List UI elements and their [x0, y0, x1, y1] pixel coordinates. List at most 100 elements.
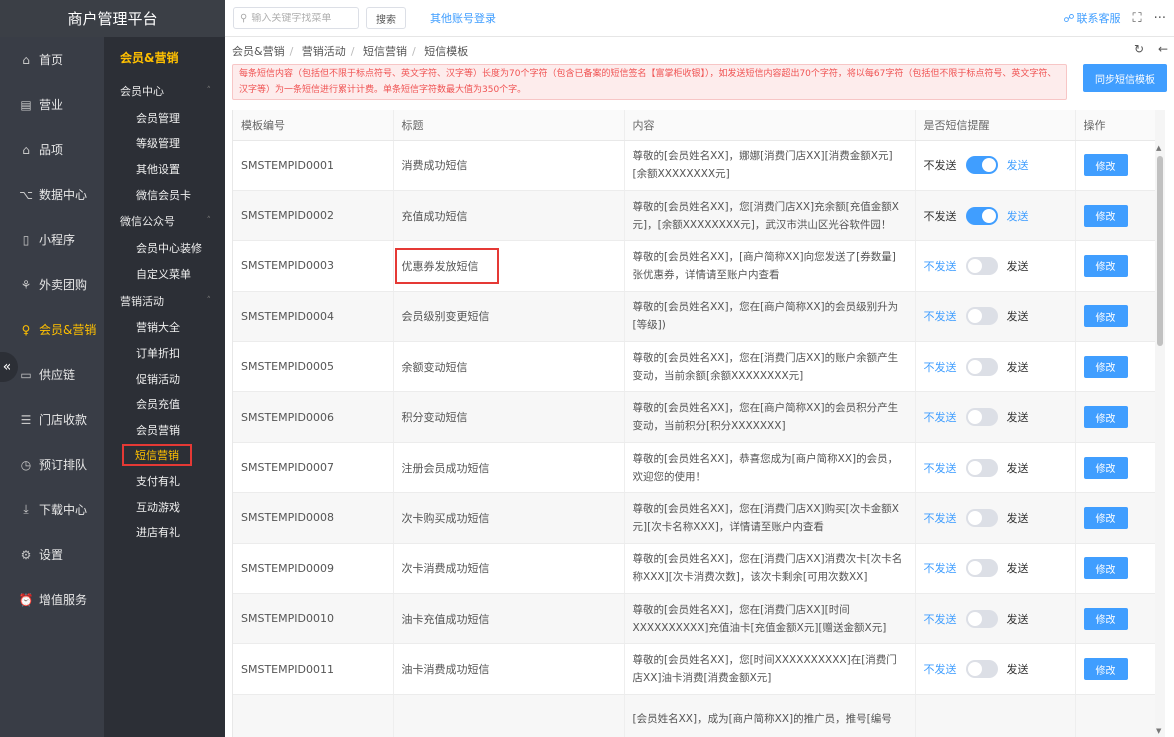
subnav-item[interactable]: 会员管理	[104, 105, 225, 131]
database-icon: ☰	[20, 412, 32, 427]
sidebar-item[interactable]: ⚘ 外卖团购	[0, 262, 104, 307]
app-title: 商户管理平台	[0, 0, 225, 37]
subnav-item[interactable]: 等级管理	[104, 131, 225, 157]
template-id-cell: SMSTEMPID0006	[233, 391, 394, 443]
sidebar-item[interactable]: ◷ 预订排队	[0, 442, 104, 487]
sidebar-item[interactable]: ⤓ 下载中心	[0, 487, 104, 532]
sms-reminder-switch[interactable]	[965, 357, 998, 376]
contact-support-link[interactable]: ☍ 联系客服	[1063, 10, 1120, 26]
sidebar-item[interactable]: ☰ 门店收款	[0, 397, 104, 442]
subnav-item[interactable]: 短信营销	[104, 443, 225, 469]
template-title: 充值成功短信	[401, 209, 468, 223]
breadcrumb-item[interactable]: 营销活动	[302, 45, 346, 58]
table-scrollbar[interactable]: ▲ ▼	[1155, 110, 1165, 737]
edit-button[interactable]: 修改	[1083, 154, 1128, 177]
sms-reminder-toggle-group: 不发送 发送	[924, 609, 1075, 628]
edit-button[interactable]: 修改	[1083, 456, 1128, 479]
sms-reminder-switch[interactable]	[965, 609, 998, 628]
send-label: 发送	[1006, 562, 1029, 576]
edit-button[interactable]: 修改	[1083, 204, 1128, 227]
actions-cell: 修改	[1075, 140, 1156, 191]
table-row: SMSTEMPID0003 优惠券发放短信 尊敬的[会员姓名XX]，[商户简称X…	[233, 240, 1156, 292]
subnav-item[interactable]: 自定义菜单	[104, 261, 225, 287]
headset-icon: ☍	[1063, 11, 1075, 25]
sms-reminder-switch[interactable]	[965, 458, 998, 477]
sidebar-item-label: 增值服务	[39, 593, 88, 607]
sidebar-item[interactable]: ⚙ 设置	[0, 532, 104, 577]
template-content: 尊敬的[会员姓名XX]，您在[商户简称XX]的会员级别升为[等级])	[632, 301, 899, 332]
edit-button[interactable]: 修改	[1083, 557, 1128, 580]
sms-reminder-switch[interactable]	[965, 206, 998, 225]
edit-button[interactable]: 修改	[1083, 506, 1128, 529]
sidebar-item[interactable]: ▤ 营业	[0, 82, 104, 127]
sidebar-item[interactable]: ⏰ 增值服务	[0, 577, 104, 622]
back-arrow-icon[interactable]: ←	[1158, 42, 1168, 56]
sms-template-table: 模板编号 标题 内容 是否短信提醒 操作 SMSTEMPID0001 消费成功短…	[233, 110, 1156, 737]
sync-sms-templates-button[interactable]: 同步短信模板	[1083, 64, 1167, 92]
refresh-icon[interactable]: ↻	[1134, 42, 1144, 56]
breadcrumb-item[interactable]: 会员&营销	[232, 45, 285, 58]
subnav-item[interactable]: 进店有礼	[104, 519, 225, 545]
scrollbar-thumb[interactable]	[1157, 156, 1163, 346]
sidebar-item[interactable]: ♀ 会员&营销	[0, 307, 104, 352]
actions-cell: 修改	[1075, 341, 1156, 393]
template-title-cell	[393, 694, 625, 737]
sms-reminder-switch[interactable]	[965, 256, 998, 275]
fullscreen-icon[interactable]: ⛶	[1132, 11, 1141, 26]
column-header-actions: 操作	[1075, 110, 1156, 141]
subnav-item[interactable]: 订单折扣	[104, 340, 225, 366]
edit-button[interactable]: 修改	[1083, 305, 1128, 328]
subnav-item-label: 等级管理	[136, 137, 180, 151]
template-title-cell: 充值成功短信	[393, 190, 625, 242]
edit-button[interactable]: 修改	[1083, 254, 1128, 277]
edit-button[interactable]: 修改	[1083, 355, 1128, 378]
subnav-item[interactable]: 促销活动	[104, 366, 225, 392]
sms-reminder-cell: 不发送 发送	[915, 240, 1076, 292]
subnav-item[interactable]: 会员中心装修	[104, 235, 225, 261]
menu-search-input[interactable]	[251, 12, 352, 24]
breadcrumb-item[interactable]: 短信营销	[363, 45, 407, 58]
subnav-group[interactable]: 营销活动 ˄	[104, 287, 225, 315]
sidebar-item[interactable]: ⌂ 首页	[0, 37, 104, 82]
subnav-item[interactable]: 支付有礼	[104, 468, 225, 494]
edit-button[interactable]: 修改	[1083, 607, 1128, 630]
subnav-group[interactable]: 会员中心 ˄	[104, 77, 225, 105]
scroll-down-icon[interactable]: ▼	[1156, 727, 1161, 735]
search-icon: ⚲	[240, 12, 248, 24]
subnav-group[interactable]: 微信公众号 ˄	[104, 207, 225, 235]
subnav-item[interactable]: 会员充值	[104, 391, 225, 417]
template-id-cell: SMSTEMPID0004	[233, 291, 394, 343]
sidebar-item-label: 预订排队	[39, 458, 88, 472]
actions-cell: 修改	[1075, 492, 1156, 544]
sidebar-item[interactable]: ▯ 小程序	[0, 217, 104, 262]
subnav-item[interactable]: 互动游戏	[104, 494, 225, 520]
sms-reminder-switch[interactable]	[965, 559, 998, 578]
edit-button[interactable]: 修改	[1083, 406, 1128, 429]
template-id: SMSTEMPID0005	[241, 360, 334, 374]
dont-send-label: 不发送	[923, 663, 957, 677]
chevron-up-icon: ˄	[206, 86, 212, 96]
subnav-item[interactable]: 会员营销	[104, 417, 225, 443]
sidebar-item[interactable]: ⌂ 品项	[0, 127, 104, 172]
template-title: 油卡消费成功短信	[401, 663, 490, 677]
edit-button[interactable]: 修改	[1083, 658, 1128, 681]
scroll-up-icon[interactable]: ▲	[1156, 144, 1161, 152]
sms-reminder-switch[interactable]	[965, 307, 998, 326]
subnav-item[interactable]: 其他设置	[104, 156, 225, 182]
dont-send-label: 不发送	[923, 310, 957, 324]
menu-search-box[interactable]: ⚲	[233, 7, 359, 29]
download-icon: ⤓	[23, 502, 29, 516]
subnav-item[interactable]: 营销大全	[104, 315, 225, 341]
send-label: 发送	[1006, 461, 1029, 475]
send-label: 发送	[1006, 360, 1029, 374]
sms-reminder-switch[interactable]	[965, 408, 998, 427]
other-account-login-link[interactable]: 其他账号登录	[430, 10, 496, 26]
sms-reminder-switch[interactable]	[965, 156, 998, 175]
more-icon[interactable]: ···	[1154, 11, 1166, 26]
subnav-item[interactable]: 微信会员卡	[104, 182, 225, 208]
sms-reminder-switch[interactable]	[965, 660, 998, 679]
sms-reminder-toggle-group: 不发送 发送	[924, 508, 1075, 527]
sms-reminder-switch[interactable]	[965, 508, 998, 527]
sidebar-item[interactable]: ⌥ 数据中心	[0, 172, 104, 217]
search-button[interactable]: 搜索	[366, 7, 406, 29]
